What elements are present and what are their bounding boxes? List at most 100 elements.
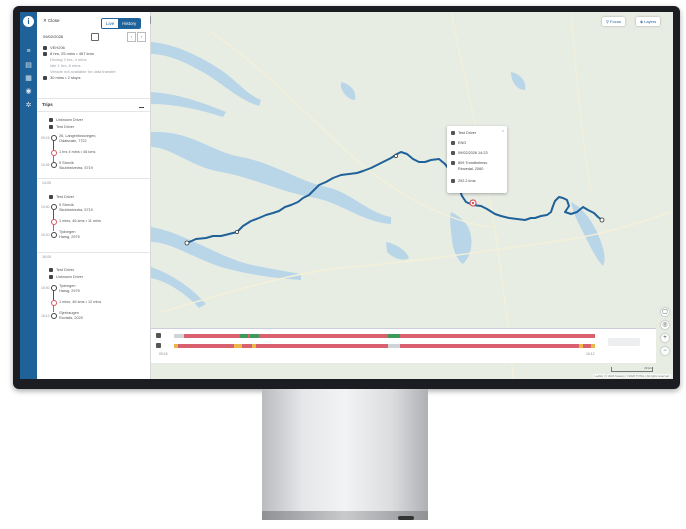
person-icon <box>49 268 53 272</box>
map-locate-button[interactable]: ◎ <box>661 321 669 329</box>
map-view[interactable]: ⚲ Focus ◈ Layers × Test Driver ENG 09/02… <box>151 12 673 379</box>
play-icon <box>43 51 47 56</box>
trip-end-address-2: Harsg, 2975 <box>59 235 80 239</box>
timeline-end-time: 16:12 <box>586 352 595 356</box>
driver-activity-icon <box>156 333 161 338</box>
location-pin-icon <box>451 161 455 165</box>
popup-location-2: Rinvedal, 2060 <box>458 167 484 171</box>
menu-icon[interactable]: ▤ <box>24 61 33 70</box>
calendar-icon[interactable]: ▦ <box>24 74 33 83</box>
person-icon <box>49 125 53 129</box>
info-icon[interactable]: i <box>23 16 34 27</box>
person-icon <box>49 275 53 279</box>
map-fullscreen-button[interactable]: ▢ <box>661 308 669 316</box>
left-nav-rail: i ≡ ▤ ▦ ◉ ✲ <box>20 12 37 379</box>
globe-icon[interactable]: ◉ <box>24 87 33 96</box>
person-icon <box>451 131 455 135</box>
trip-start-marker <box>51 204 57 210</box>
vehicle-activity-icon <box>156 343 161 348</box>
trip-start-marker <box>51 135 57 141</box>
timeline-start-time: 09:15 <box>159 352 168 356</box>
history-sidebar: ✕ Close Live History 09/02/2026 ‹ › VEH2… <box>37 12 151 379</box>
download-icon[interactable] <box>139 102 144 108</box>
trip-driver: Unknown Driver <box>49 275 83 279</box>
monitor-stand <box>262 389 428 517</box>
trip-start-address-2: Odalsvatn, 7722 <box>59 139 87 143</box>
vehicle-stops-row: 30 mins • 2 stops <box>43 75 148 81</box>
trip-end-address-2: Rovistis, 2020 <box>59 316 83 320</box>
popup-distance: 292.2 kms <box>451 178 476 184</box>
trip-end-address: Tydvegen <box>59 230 76 234</box>
focus-button[interactable]: ⚲ Focus <box>602 17 625 26</box>
date-value[interactable]: 09/02/2026 <box>43 34 63 39</box>
person-icon <box>49 195 53 199</box>
trip-end-time: 15:20 <box>41 233 50 237</box>
trip-stop-marker <box>51 150 57 156</box>
layers-button[interactable]: ◈ Layers <box>636 17 661 26</box>
trip-driver: Test Driver <box>49 125 74 129</box>
direction-icon <box>451 141 455 145</box>
trip-start-address: 26, Langenfossvegen, <box>59 134 97 138</box>
monitor-stand-port <box>398 516 414 520</box>
trip-duration: 1 mins, 46 kms • 12 mins <box>59 300 102 304</box>
popup-driver: Test Driver <box>451 130 476 136</box>
trip-duration: 1 mins, 46 kms • 11 mins <box>59 219 101 223</box>
zoom-in-button[interactable]: + <box>661 334 669 342</box>
trip-end-marker <box>51 313 57 319</box>
trip-start-address: 5 Storvik <box>59 203 74 207</box>
route-stop-marker[interactable] <box>235 230 239 234</box>
trip-driver: Test Driver <box>49 195 74 199</box>
truck-icon <box>43 45 47 50</box>
close-button[interactable]: ✕ Close <box>43 18 60 24</box>
date-picker-row: 09/02/2026 ‹ › <box>43 32 146 42</box>
trip-start-address-2: Skubbstvedra, 5719 <box>59 208 93 212</box>
trip-end-address: 5 Storvik <box>59 161 74 165</box>
trip-end-marker <box>51 232 57 238</box>
map-background <box>151 12 673 379</box>
trips-title: Trips <box>42 102 53 107</box>
live-history-toggle: Live History <box>101 18 142 29</box>
vehicle-activity-bar[interactable] <box>174 344 595 348</box>
next-day-button[interactable]: › <box>137 32 146 42</box>
sidebar-header: ✕ Close Live History <box>37 15 150 29</box>
popup-close-icon[interactable]: × <box>502 128 504 133</box>
popup-datetime: 09/02/2026 14:23 <box>451 150 488 156</box>
app-screen: i ≡ ▤ ▦ ◉ ✲ ✕ Close Live History 09/02/2… <box>20 12 673 379</box>
trip-group[interactable]: Test Driver 14:40 5 Storvik Skubbstvedra… <box>37 188 150 258</box>
stop-icon <box>43 75 47 80</box>
vehicle-stops: 30 mins • 2 stops <box>50 75 81 80</box>
clock-icon <box>451 151 455 155</box>
zoom-out-button[interactable]: − <box>661 347 669 355</box>
position-popup: × Test Driver ENG 09/02/2026 14:23 809 T… <box>447 126 507 193</box>
prev-day-button[interactable]: ‹ <box>127 32 136 42</box>
route-start-marker[interactable] <box>184 240 190 246</box>
trip-section-date: 16:05 <box>37 252 150 260</box>
timeline-play-button[interactable] <box>608 338 640 346</box>
trip-start-address: Tydvegen <box>59 284 76 288</box>
history-toggle-button[interactable]: History <box>118 19 141 28</box>
popup-status: ENG <box>451 140 466 146</box>
route-end-marker[interactable] <box>599 217 605 223</box>
trip-group[interactable]: Unknown Driver Test Driver 09:15 26, Lan… <box>37 114 150 184</box>
vehicle-summary: VEH206 8 hrs, 25 mins • 467 kms Driving … <box>43 45 148 81</box>
trip-driver: Unknown Driver <box>49 118 83 122</box>
trip-driver: Test Driver <box>49 268 74 272</box>
trip-start-time: 09:15 <box>41 136 50 140</box>
trip-end-marker <box>51 162 57 168</box>
trip-section-date: 14:05 <box>37 178 150 186</box>
map-scale: 20 km <box>611 367 653 372</box>
driver-activity-bar[interactable] <box>174 334 595 338</box>
trip-group[interactable]: Test Driver Unknown Driver 15:00 Tydvege… <box>37 262 150 342</box>
person-icon <box>49 118 53 122</box>
settings-icon[interactable]: ✲ <box>24 101 33 110</box>
trip-start-marker <box>51 285 57 291</box>
odometer-icon <box>451 179 455 183</box>
list-icon[interactable]: ≡ <box>24 47 33 56</box>
live-toggle-button[interactable]: Live <box>102 19 119 28</box>
route-stop-marker[interactable] <box>394 154 398 158</box>
trip-end-time: 10:45 <box>41 163 50 167</box>
trip-stop-marker <box>51 219 57 225</box>
trip-start-address-2: Harsg, 2975 <box>59 289 80 293</box>
map-attribution[interactable]: Leaflet | © 2026 Sokanp | ©2026 TOTAL | … <box>592 374 671 378</box>
calendar-picker-icon[interactable] <box>91 33 99 41</box>
